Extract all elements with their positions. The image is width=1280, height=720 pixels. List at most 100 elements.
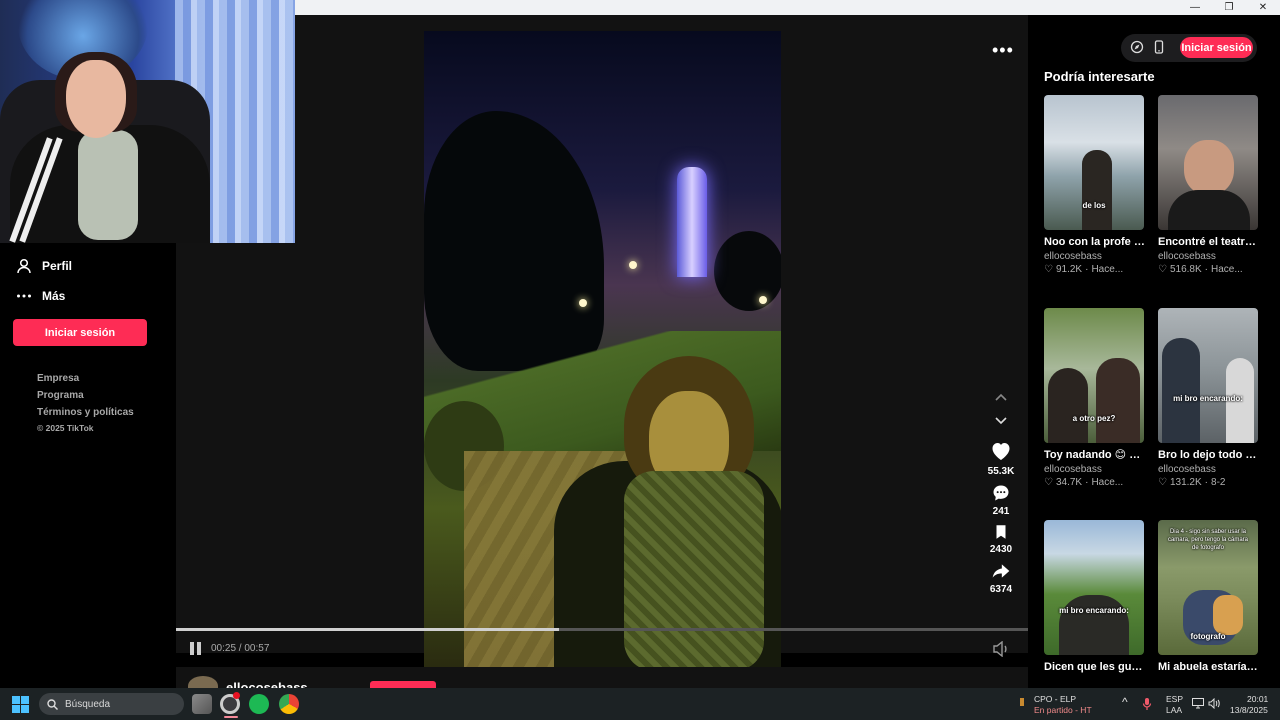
volume-icon[interactable] <box>992 641 1010 657</box>
minimize-button[interactable]: — <box>1178 0 1212 15</box>
video-time: 00:25 / 00:57 <box>211 643 270 654</box>
clock-time[interactable]: 20:01 <box>1247 694 1268 705</box>
recording-badge <box>233 692 240 699</box>
footer-link-terms[interactable]: Términos y políticas <box>37 407 134 418</box>
video-lamp <box>579 299 587 307</box>
recommended-video-card[interactable]: mi bro encarando: Dicen que les guste? 😊… <box>1044 520 1145 675</box>
sports-widget-title[interactable]: CPO - ELP <box>1034 694 1076 705</box>
search-icon <box>47 698 58 710</box>
card-meta: ♡ 516.8K · Hace... <box>1158 264 1243 275</box>
sidebar-item-profile[interactable]: Perfil <box>16 258 72 274</box>
recommended-video-card[interactable]: a otro pez? Toy nadando 😊 #humor #broma.… <box>1044 308 1145 488</box>
save-count: 2430 <box>989 544 1013 555</box>
share-count: 6374 <box>989 584 1013 595</box>
thumbnail-caption: mi bro encarando: <box>1173 394 1243 403</box>
thumbnail-caption: de los <box>1082 201 1106 210</box>
card-likes: 91.2K <box>1055 264 1083 275</box>
video-frame[interactable] <box>424 31 781 667</box>
video-lamp <box>629 261 637 269</box>
sidebar-item-more[interactable]: Más <box>16 288 65 304</box>
heart-outline-icon: ♡ <box>1044 477 1053 488</box>
search-placeholder: Búsqueda <box>65 698 111 710</box>
monitor-icon[interactable] <box>1192 698 1204 709</box>
taskview-app-icon[interactable] <box>192 694 212 714</box>
card-title[interactable]: Mi abuela estaría orgullosa 🗿 #hum... <box>1158 660 1259 675</box>
like-count: 55.3K <box>987 466 1015 477</box>
video-thumbnail[interactable]: mi bro encarando: <box>1044 520 1144 655</box>
card-title[interactable]: Dicen que les guste? 😊 #viral #broma... <box>1044 660 1145 675</box>
next-video-button[interactable] <box>983 409 1019 433</box>
recommended-video-card[interactable]: de los Noo con la profe no 🗿 #humor #bro… <box>1044 95 1145 275</box>
heart-outline-icon: ♡ <box>1158 264 1167 275</box>
thumbnail-top-caption: Dia 4 - sigo sin saber usar la camara, p… <box>1167 529 1249 551</box>
comment-icon <box>993 485 1009 501</box>
save-button[interactable]: 2430 <box>983 523 1019 555</box>
thumbnail-caption: fotografo <box>1190 632 1226 641</box>
keyboard-layout-indicator[interactable]: LAA <box>1166 705 1182 716</box>
share-icon <box>992 564 1010 578</box>
pause-button[interactable] <box>190 642 204 656</box>
video-thumbnail[interactable] <box>1158 95 1258 230</box>
card-meta: ♡ 91.2K · Hace... <box>1044 264 1124 275</box>
card-author[interactable]: ellocosebass <box>1044 464 1145 475</box>
video-thumbnail[interactable]: de los <box>1044 95 1144 230</box>
chevron-up-icon <box>995 393 1007 401</box>
header-login-button[interactable]: Iniciar sesión <box>1180 37 1253 58</box>
restore-button[interactable]: ❐ <box>1212 0 1246 15</box>
speaker-icon[interactable] <box>1208 698 1220 709</box>
heart-outline-icon: ♡ <box>1158 477 1167 488</box>
video-progress-fill <box>176 628 560 631</box>
sidebar-item-label: Perfil <box>42 259 73 273</box>
spotify-app-icon[interactable] <box>249 694 269 714</box>
close-button[interactable]: ✕ <box>1246 0 1280 15</box>
like-button[interactable]: 55.3K <box>983 439 1019 477</box>
share-button[interactable]: 6374 <box>983 561 1019 595</box>
card-author[interactable]: ellocosebass <box>1158 251 1259 262</box>
video-thumbnail[interactable]: a otro pez? <box>1044 308 1144 443</box>
chevron-up-icon[interactable]: ^ <box>1122 696 1128 708</box>
streamer-hoodie <box>78 130 138 240</box>
window-controls: — ❐ ✕ <box>1178 0 1280 15</box>
microphone-icon[interactable] <box>1142 697 1152 711</box>
comment-button[interactable]: 241 <box>983 483 1019 517</box>
video-thumbnail[interactable]: Dia 4 - sigo sin saber usar la camara, p… <box>1158 520 1258 655</box>
card-author[interactable]: ellocosebass <box>1044 251 1145 262</box>
chevron-down-icon <box>995 417 1007 425</box>
more-options-icon[interactable]: ••• <box>992 40 1014 61</box>
user-icon <box>17 258 31 274</box>
footer-link-program[interactable]: Programa <box>37 390 134 401</box>
card-title[interactable]: Noo con la profe no 🗿 #humor #brom... <box>1044 235 1145 250</box>
card-likes: 34.7K <box>1055 477 1083 488</box>
video-progress-bar[interactable] <box>176 628 1028 631</box>
active-app-indicator <box>224 716 238 718</box>
windows-start-icon[interactable] <box>12 696 29 713</box>
card-title[interactable]: Bro lo dejo todo 🥶 #humor #broma... <box>1158 448 1259 463</box>
heart-outline-icon: ♡ <box>1044 264 1053 275</box>
card-title[interactable]: Encontré el teatro 🗿 #humor #brom... <box>1158 235 1259 250</box>
recommended-video-card[interactable]: Encontré el teatro 🗿 #humor #brom... ell… <box>1158 95 1259 275</box>
comment-count: 241 <box>992 506 1010 517</box>
language-indicator[interactable]: ESP <box>1166 694 1183 705</box>
video-actions: 55.3K 241 2430 6374 <box>983 385 1019 595</box>
card-time: Hace... <box>1211 264 1243 275</box>
thumbnail-caption: mi bro encarando: <box>1059 606 1129 615</box>
clock-date[interactable]: 13/8/2025 <box>1230 705 1268 716</box>
footer-link-company[interactable]: Empresa <box>37 373 134 384</box>
video-tree <box>714 231 781 311</box>
compass-icon[interactable] <box>1130 40 1144 54</box>
previous-video-button[interactable] <box>983 385 1019 409</box>
card-time: 8-2 <box>1211 477 1226 488</box>
recommended-video-card[interactable]: mi bro encarando: Bro lo dejo todo 🥶 #hu… <box>1158 308 1259 488</box>
taskbar-search[interactable]: Búsqueda <box>39 693 184 715</box>
chrome-app-icon[interactable] <box>279 694 299 714</box>
phone-icon[interactable] <box>1152 40 1166 54</box>
recommended-video-card[interactable]: Dia 4 - sigo sin saber usar la camara, p… <box>1158 520 1259 675</box>
video-thumbnail[interactable]: mi bro encarando: <box>1158 308 1258 443</box>
streamer-face <box>66 60 126 138</box>
card-title[interactable]: Toy nadando 😊 #humor #broma... <box>1044 448 1145 463</box>
login-button[interactable]: Iniciar sesión <box>13 319 147 346</box>
card-author[interactable]: ellocosebass <box>1158 464 1259 475</box>
video-scarf <box>624 471 764 667</box>
webcam-overlay <box>0 0 295 243</box>
sports-widget-icon <box>1020 698 1024 706</box>
